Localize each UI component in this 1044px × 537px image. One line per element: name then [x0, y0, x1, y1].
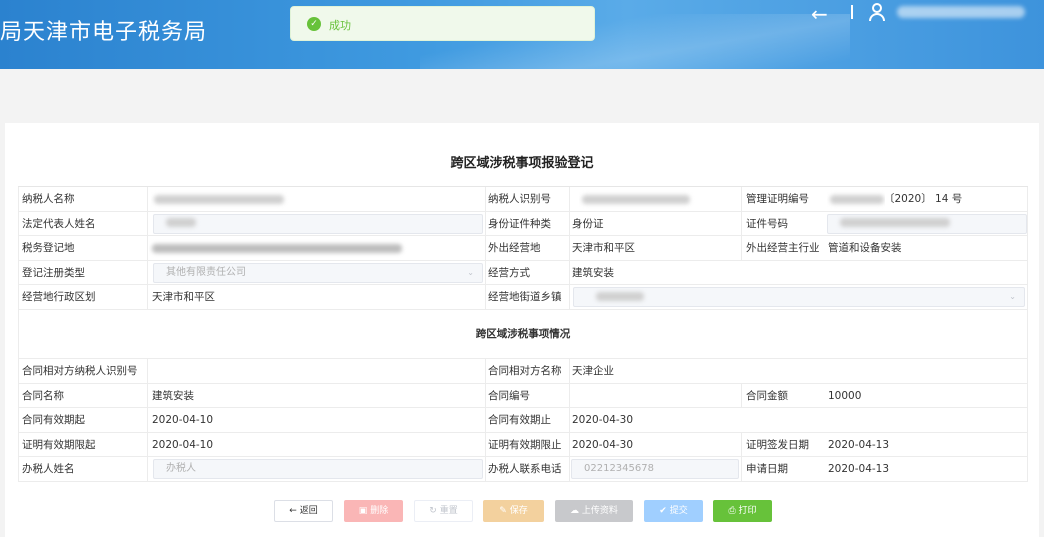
issue-date-label: 证明签发日期 [746, 438, 809, 451]
handler-input[interactable]: 办税人 [153, 459, 483, 480]
chevron-down-icon: ⌄ [1009, 292, 1016, 302]
contract-start-value: 2020-04-10 [152, 414, 214, 427]
arrow-left-icon[interactable]: ← [811, 2, 828, 26]
contract-name-value: 建筑安装 [152, 389, 194, 402]
user-name-redacted[interactable] [897, 6, 1025, 18]
taxpayer-name-value [151, 187, 351, 211]
issue-date-value: 2020-04-13 [828, 438, 890, 451]
trash-icon: ▣ [358, 506, 368, 516]
id-type-label: 身份证件种类 [488, 217, 551, 230]
save-button[interactable]: ✎ 保存 [483, 500, 544, 522]
refresh-icon: ↻ [429, 506, 437, 516]
form-row: 税务登记地 外出经营地 天津市和平区 外出经营主行业 管道和设备安装 [18, 236, 1028, 261]
delete-button[interactable]: ▣ 删除 [344, 500, 403, 522]
contract-end-label: 合同有效期止 [488, 414, 551, 427]
success-toast: ✓ 成功 [290, 6, 595, 41]
cert-start-value: 2020-04-10 [152, 438, 214, 451]
biz-mode-value: 建筑安装 [572, 266, 614, 279]
taxpayer-id-label: 纳税人识别号 [488, 193, 551, 205]
legal-rep-input[interactable] [153, 213, 483, 234]
out-industry-value: 管道和设备安装 [828, 242, 902, 255]
back-button[interactable]: ← 返回 [274, 500, 333, 522]
check-circle-icon: ✓ [307, 17, 321, 31]
form-row: 经营地行政区划 天津市和平区 经营地街道乡镇 ⌄ [18, 285, 1028, 310]
user-icon[interactable] [869, 3, 885, 21]
form-row: 合同相对方纳税人识别号 合同相对方名称 天津企业 [18, 358, 1028, 384]
counter-name-label: 合同相对方名称 [488, 364, 562, 377]
cloud-upload-icon: ☁ [570, 506, 580, 516]
reg-type-select[interactable]: 其他有限责任公司 ⌄ [153, 262, 483, 283]
form-row: 合同有效期起 2020-04-10 合同有效期止 2020-04-30 [18, 408, 1028, 433]
cert-no-label: 管理证明编号 [746, 193, 809, 205]
reg-type-value: 其他有限责任公司 [166, 266, 246, 278]
taxpayer-id-value [579, 187, 699, 211]
out-place-label: 外出经营地 [488, 242, 541, 255]
site-brand-title: 局天津市电子税务局 [0, 20, 208, 45]
phone-label: 办税人联系电话 [488, 463, 562, 476]
contract-no-label: 合同编号 [488, 389, 530, 402]
biz-area-label: 经营地行政区划 [22, 291, 96, 304]
form-row: 办税人姓名 办税人 办税人联系电话 02212345678 申请日期 2020-… [18, 457, 1028, 482]
chevron-down-icon: ⌄ [467, 267, 474, 277]
biz-street-label: 经营地街道乡镇 [488, 291, 562, 304]
id-no-input[interactable] [827, 213, 1027, 234]
biz-area-value: 天津市和平区 [152, 291, 215, 304]
handler-label: 办税人姓名 [22, 463, 75, 476]
out-place-value: 天津市和平区 [572, 242, 635, 255]
counter-id-label: 合同相对方纳税人识别号 [22, 364, 138, 377]
header-divider [851, 5, 853, 19]
toast-message: 成功 [329, 19, 351, 32]
phone-input[interactable]: 02212345678 [571, 459, 739, 480]
biz-mode-label: 经营方式 [488, 266, 530, 279]
contract-amount-value: 10000 [828, 389, 862, 402]
counter-name-value: 天津企业 [572, 364, 614, 377]
cert-end-value: 2020-04-30 [572, 438, 634, 451]
contract-amount-label: 合同金额 [746, 389, 788, 402]
form-row: 纳税人名称 纳税人识别号 管理证明编号 〔2020〕 14 号 [18, 187, 1028, 212]
biz-street-select[interactable]: ⌄ [573, 287, 1025, 308]
reg-type-label: 登记注册类型 [22, 266, 85, 279]
form-row: 法定代表人姓名 身份证件种类 身份证 证件号码 [18, 211, 1028, 237]
tax-office-label: 税务登记地 [22, 242, 75, 255]
id-type-value: 身份证 [572, 217, 604, 230]
reset-button[interactable]: ↻ 重置 [414, 500, 473, 522]
apply-date-value: 2020-04-13 [828, 463, 890, 476]
submit-button[interactable]: ✔ 提交 [644, 500, 703, 522]
page-title: 跨区域涉税事项报验登记 [450, 156, 594, 171]
legal-rep-label: 法定代表人姓名 [22, 217, 96, 230]
form-row: 证明有效期限起 2020-04-10 证明有效期限止 2020-04-30 证明… [18, 432, 1028, 458]
action-bar: ← 返回 ▣ 删除 ↻ 重置 ✎ 保存 ☁ 上传资料 ✔ 提交 ⎙ 打印 [0, 500, 1044, 522]
out-industry-label: 外出经营主行业 [746, 242, 820, 255]
apply-date-label: 申请日期 [746, 463, 788, 476]
check-circle-icon: ✔ [659, 506, 667, 516]
form-row: 登记注册类型 其他有限责任公司 ⌄ 经营方式 建筑安装 [18, 260, 1028, 286]
edit-icon: ✎ [499, 506, 507, 516]
cert-no-prefix-redacted [827, 187, 885, 211]
arrow-left-icon: ← [289, 506, 297, 516]
upload-button[interactable]: ☁ 上传资料 [555, 500, 633, 522]
id-no-label: 证件号码 [746, 217, 788, 230]
contract-end-value: 2020-04-30 [572, 414, 634, 427]
section-header: 跨区域涉税事项情况 [18, 309, 1028, 359]
taxpayer-name-label: 纳税人名称 [22, 193, 75, 205]
printer-icon: ⎙ [728, 506, 736, 516]
registration-form: 纳税人名称 纳税人识别号 管理证明编号 〔2020〕 14 号 法定代表人姓名 … [18, 186, 1028, 482]
form-row: 合同名称 建筑安装 合同编号 合同金额 10000 [18, 383, 1028, 409]
print-button[interactable]: ⎙ 打印 [713, 500, 772, 522]
contract-start-label: 合同有效期起 [22, 414, 85, 427]
contract-name-label: 合同名称 [22, 389, 64, 402]
cert-no-value: 〔2020〕 14 号 [884, 193, 963, 205]
cert-end-label: 证明有效期限止 [488, 438, 562, 451]
cert-start-label: 证明有效期限起 [22, 438, 96, 451]
tax-office-value [149, 236, 409, 260]
